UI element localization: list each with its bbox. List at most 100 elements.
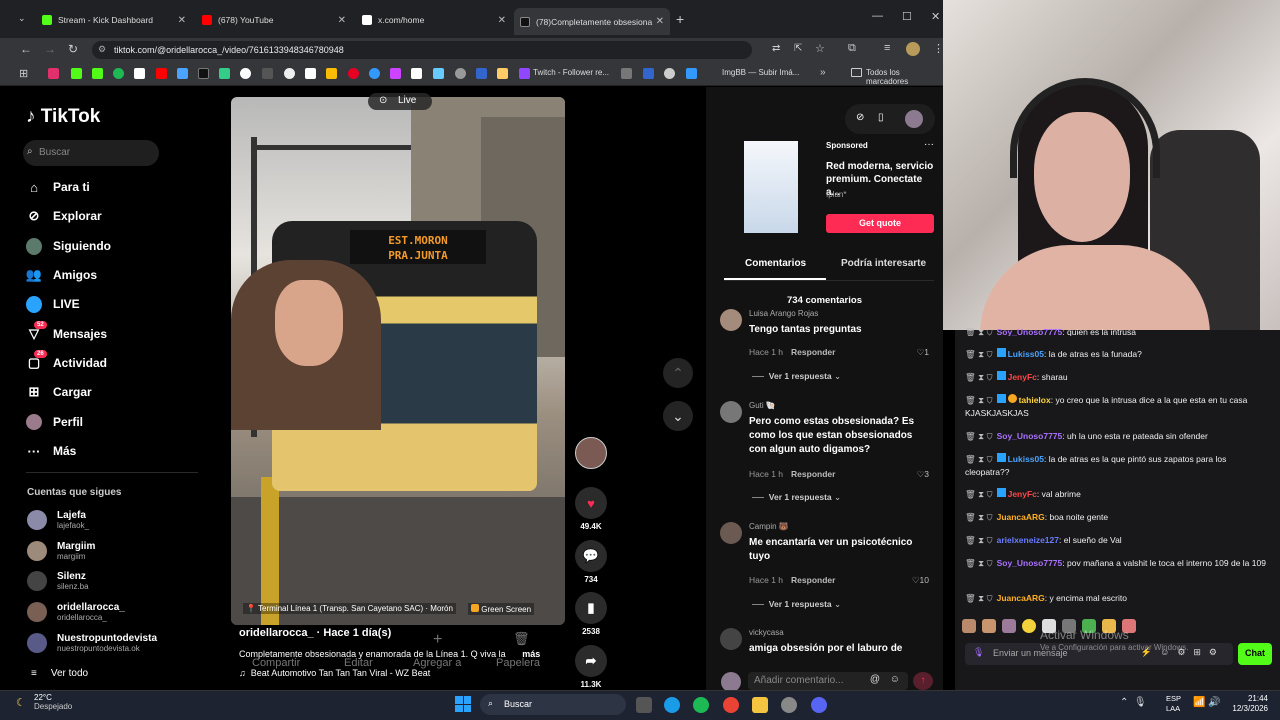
close-tab-icon[interactable]: ✕ xyxy=(338,15,346,26)
view-replies-button[interactable]: ── Ver 1 respuesta ⌄ xyxy=(752,371,841,382)
chat-username[interactable]: arielxeneize127 xyxy=(997,535,1059,545)
maximize-window-button[interactable]: ☐ xyxy=(902,10,912,23)
creator-avatar[interactable] xyxy=(575,437,607,469)
search-input[interactable]: ⌕ Buscar xyxy=(23,140,159,166)
youtube-icon[interactable] xyxy=(156,68,167,79)
bookmark-icon[interactable] xyxy=(284,68,295,79)
edge-icon[interactable] xyxy=(664,697,680,713)
mention-icon[interactable]: @ xyxy=(870,674,880,685)
effect-tag[interactable]: Green Screen xyxy=(468,603,535,615)
caption-more-link[interactable]: más xyxy=(522,649,540,659)
moderation-icons[interactable]: 🗑 ⧗ ⛉ xyxy=(965,395,993,405)
emote-icon[interactable] xyxy=(962,619,976,633)
nav-actividad[interactable]: ▢ 26 Actividad xyxy=(26,350,107,373)
moderation-icons[interactable]: 🗑 ⧗ ⛉ xyxy=(965,372,993,382)
tab-kick-dashboard[interactable]: Stream - Kick Dashboard ✕ xyxy=(36,9,192,31)
device-icon[interactable]: ▯ xyxy=(878,112,884,123)
reply-button[interactable]: Responder xyxy=(791,575,835,585)
site-info-icon[interactable]: ⚙ xyxy=(98,44,106,55)
following-item[interactable]: oridellarocca_ oridellarocca_ xyxy=(27,599,125,625)
drive-icon[interactable] xyxy=(326,68,337,79)
bookmark-icon[interactable] xyxy=(390,68,401,79)
reply-button[interactable]: Responder xyxy=(791,347,835,357)
kick-icon[interactable] xyxy=(71,68,82,79)
all-bookmarks[interactable]: Todos los marcadores xyxy=(866,68,943,86)
start-button[interactable] xyxy=(455,696,471,712)
tab-youtube[interactable]: (678) YouTube ✕ xyxy=(196,9,352,31)
live-pill[interactable]: ⊙ Live xyxy=(368,93,432,110)
close-tab-icon[interactable]: ✕ xyxy=(656,16,664,27)
emoji-icon[interactable]: ☺ xyxy=(890,674,900,685)
following-item[interactable]: Nuestropuntodevista nuestropuntodevista.o… xyxy=(27,630,157,656)
x-icon[interactable] xyxy=(134,68,145,79)
like-button[interactable]: ♥ 49.4K xyxy=(574,487,608,531)
google-icon[interactable] xyxy=(240,68,251,79)
post-comment-button[interactable]: ↑ xyxy=(913,672,933,690)
spotify-icon[interactable] xyxy=(113,68,124,79)
bookmark-icon[interactable] xyxy=(643,68,654,79)
settings-icon[interactable] xyxy=(781,697,797,713)
clock[interactable]: 21:44 12/3/2026 xyxy=(1232,694,1268,714)
install-icon[interactable]: ⇱ xyxy=(794,43,802,54)
activity-icon[interactable]: ⊘ xyxy=(856,112,864,123)
emote-icon[interactable] xyxy=(1002,619,1016,633)
avatar[interactable] xyxy=(720,401,742,423)
location-tag[interactable]: 📍 Terminal Línea 1 (Transp. San Cayetano… xyxy=(243,603,456,614)
tab-comentarios[interactable]: Comentarios xyxy=(745,258,806,269)
moderation-icons[interactable]: 🗑 ⧗ ⛉ xyxy=(965,558,993,568)
comment-like-button[interactable]: ♡3 xyxy=(917,469,929,480)
emote-icon[interactable] xyxy=(1022,619,1036,633)
avatar[interactable] xyxy=(720,309,742,331)
chat-username[interactable]: Lukiss05 xyxy=(1008,349,1044,359)
tab-search-icon[interactable]: ≡ xyxy=(884,42,890,54)
pinterest-icon[interactable] xyxy=(348,68,359,79)
nav-siguiendo[interactable]: Siguiendo xyxy=(26,236,111,256)
url-field[interactable]: ⚙ tiktok.com/@oridellarocca_/video/76161… xyxy=(92,41,752,59)
translate-icon[interactable]: ⇄ xyxy=(772,43,780,54)
instagram-icon[interactable] xyxy=(48,68,59,79)
chat-username[interactable]: Soy_Unoso7775 xyxy=(997,558,1063,568)
bookmark-icon[interactable] xyxy=(219,68,230,79)
tiktok-icon[interactable] xyxy=(198,68,209,79)
comment-user[interactable]: Luisa Arango Rojas xyxy=(749,309,818,318)
chat-send-button[interactable]: Chat xyxy=(1238,643,1272,665)
chat-username[interactable]: Soy_Unoso7775 xyxy=(997,431,1063,441)
more-bookmarks-icon[interactable]: » xyxy=(820,67,826,78)
tab-podria-interesarte[interactable]: Podría interesarte xyxy=(841,258,926,269)
nav-cargar[interactable]: ⊞ Cargar xyxy=(26,382,92,402)
bookmark-imgbb[interactable]: ImgBB — Subir Imá... xyxy=(722,68,799,77)
comment-like-button[interactable]: ♡1 xyxy=(917,347,929,358)
bookmark-icon[interactable] xyxy=(621,68,632,79)
bookmark-icon[interactable] xyxy=(476,68,487,79)
bookmark-icon[interactable] xyxy=(411,68,422,79)
profile-avatar[interactable] xyxy=(906,42,920,56)
chat-username[interactable]: JenyFc xyxy=(1008,489,1037,499)
moderation-icons[interactable]: 🗑 ⧗ ⛉ xyxy=(965,489,993,499)
see-all-link[interactable]: ≡ Ver todo xyxy=(31,668,88,679)
comment-user[interactable]: Campin 🐻 xyxy=(749,522,789,531)
network-volume-icons[interactable]: 📶 🔊 xyxy=(1193,697,1221,708)
apps-icon[interactable]: ⊞ xyxy=(19,67,28,80)
previous-video-button[interactable]: ⌃ xyxy=(663,358,693,388)
minimize-window-button[interactable]: — xyxy=(872,10,883,22)
comment-button[interactable]: 💬 734 xyxy=(574,540,608,584)
following-item[interactable]: Lajefa lajefaok_ xyxy=(27,507,89,533)
back-icon[interactable]: ← xyxy=(20,42,32,56)
nav-perfil[interactable]: Perfil xyxy=(26,412,83,432)
chat-username[interactable]: tahielox xyxy=(1019,395,1051,405)
emote-icon[interactable] xyxy=(982,619,996,633)
moderation-icons[interactable]: 🗑 ⧗ ⛉ xyxy=(965,535,993,545)
bookmark-twitch-follower[interactable]: Twitch - Follower re... xyxy=(533,68,609,77)
moderation-icons[interactable]: 🗑 ⧗ ⛉ xyxy=(965,327,993,336)
nav-live[interactable]: LIVE xyxy=(26,294,80,314)
video-music[interactable]: ♫ Beat Automotivo Tan Tan Tan Viral - WZ… xyxy=(239,668,430,678)
nav-mensajes[interactable]: ▽ 52 Mensajes xyxy=(26,321,107,344)
following-item[interactable]: Silenz silenz.ba xyxy=(27,568,89,594)
video-author[interactable]: oridellarocca_ · Hace 1 día(s) xyxy=(239,627,391,639)
chat-username[interactable]: JuancaARG xyxy=(997,593,1045,603)
avatar[interactable] xyxy=(720,628,742,650)
task-view-icon[interactable] xyxy=(636,697,652,713)
chat-username[interactable]: Lukiss05 xyxy=(1008,454,1044,464)
moderation-icons[interactable]: 🗑 ⧗ ⛉ xyxy=(965,349,993,359)
comment-user[interactable]: vickycasa xyxy=(749,628,784,637)
